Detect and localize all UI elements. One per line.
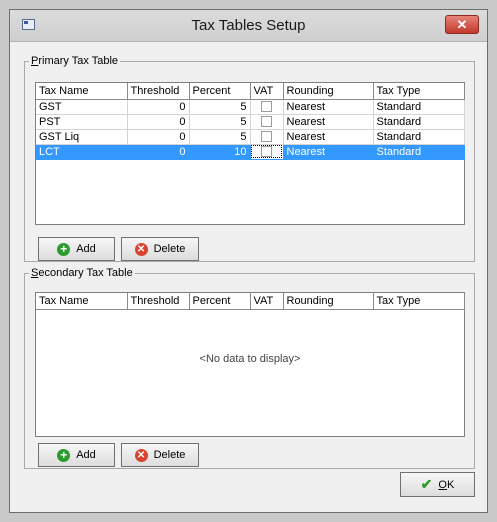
- cell-percent[interactable]: 5: [189, 114, 251, 130]
- cell-tax-name[interactable]: PST: [36, 114, 128, 130]
- primary-delete-button[interactable]: ✕ Delete: [121, 237, 199, 261]
- table-row[interactable]: PST 0 5 Nearest Standard: [36, 114, 465, 130]
- secondary-tax-table-group: Secondary Tax Table Tax Name Threshold P…: [24, 267, 475, 469]
- cell-tax-type[interactable]: Standard: [373, 129, 465, 145]
- cell-vat[interactable]: [250, 129, 284, 145]
- close-button[interactable]: ✕: [445, 15, 479, 34]
- column-header-rounding[interactable]: Rounding: [283, 293, 374, 310]
- cell-rounding[interactable]: Nearest: [283, 99, 374, 115]
- primary-tax-table-group: Primary Tax Table Tax Name Threshold Per…: [24, 55, 475, 262]
- add-icon: +: [57, 242, 71, 256]
- secondary-delete-label: Delete: [153, 449, 186, 461]
- table-row[interactable]: GST 0 5 Nearest Standard: [36, 99, 465, 115]
- column-header-tax-name[interactable]: Tax Name: [36, 83, 128, 100]
- secondary-tax-table: Tax Name Threshold Percent VAT Rounding …: [36, 293, 465, 310]
- tax-tables-setup-window: Tax Tables Setup ✕ Primary Tax Table Tax…: [9, 9, 488, 513]
- secondary-add-button[interactable]: + Add: [38, 443, 115, 467]
- add-icon: +: [57, 448, 71, 462]
- secondary-tax-grid[interactable]: Tax Name Threshold Percent VAT Rounding …: [35, 292, 465, 437]
- primary-add-label: Add: [76, 243, 96, 255]
- cell-threshold[interactable]: 0: [127, 114, 190, 130]
- cell-tax-name[interactable]: GST: [36, 99, 128, 115]
- column-header-percent[interactable]: Percent: [189, 83, 251, 100]
- vat-checkbox[interactable]: [261, 116, 272, 128]
- ok-button[interactable]: ✔ OK: [400, 472, 475, 497]
- secondary-add-label: Add: [76, 449, 96, 461]
- close-icon: ✕: [456, 17, 468, 32]
- primary-tax-grid[interactable]: Tax Name Threshold Percent VAT Rounding …: [35, 82, 465, 225]
- vat-checkbox[interactable]: [261, 131, 272, 143]
- delete-icon: ✕: [134, 448, 148, 462]
- cell-tax-type[interactable]: Standard: [373, 144, 465, 160]
- column-header-tax-name[interactable]: Tax Name: [36, 293, 128, 310]
- column-header-threshold[interactable]: Threshold: [127, 293, 190, 310]
- cell-vat[interactable]: [250, 114, 284, 130]
- vat-checkbox[interactable]: [261, 146, 272, 158]
- secondary-delete-button[interactable]: ✕ Delete: [121, 443, 199, 467]
- primary-delete-label: Delete: [153, 243, 186, 255]
- cell-rounding[interactable]: Nearest: [283, 144, 374, 160]
- vat-checkbox[interactable]: [261, 101, 272, 113]
- cell-threshold[interactable]: 0: [127, 99, 190, 115]
- table-row-selected[interactable]: LCT 0 10 Nearest Standard: [36, 144, 465, 160]
- cell-tax-name[interactable]: GST Liq: [36, 129, 128, 145]
- empty-grid-message: <No data to display>: [199, 353, 301, 365]
- cell-percent[interactable]: 5: [189, 129, 251, 145]
- ok-label: OK: [438, 478, 455, 491]
- cell-tax-type[interactable]: Standard: [373, 99, 465, 115]
- checkmark-icon: ✔: [420, 476, 433, 492]
- column-header-percent[interactable]: Percent: [189, 293, 251, 310]
- primary-tax-table: Tax Name Threshold Percent VAT Rounding …: [36, 83, 465, 160]
- cell-rounding[interactable]: Nearest: [283, 129, 374, 145]
- cell-vat[interactable]: [250, 99, 284, 115]
- cell-rounding[interactable]: Nearest: [283, 114, 374, 130]
- cell-threshold[interactable]: 0: [127, 144, 190, 160]
- primary-add-button[interactable]: + Add: [38, 237, 115, 261]
- cell-percent[interactable]: 5: [189, 99, 251, 115]
- column-header-tax-type[interactable]: Tax Type: [373, 83, 465, 100]
- title-bar: Tax Tables Setup ✕: [10, 10, 487, 42]
- column-header-tax-type[interactable]: Tax Type: [373, 293, 465, 310]
- cell-percent[interactable]: 10: [189, 144, 251, 160]
- primary-tax-table-legend: Primary Tax Table: [29, 55, 121, 68]
- cell-threshold[interactable]: 0: [127, 129, 190, 145]
- cell-tax-type[interactable]: Standard: [373, 114, 465, 130]
- delete-icon: ✕: [134, 242, 148, 256]
- secondary-tax-table-legend: Secondary Tax Table: [29, 267, 135, 280]
- window-title: Tax Tables Setup: [191, 17, 306, 34]
- cell-vat[interactable]: [250, 144, 284, 160]
- primary-header-row: Tax Name Threshold Percent VAT Rounding …: [36, 83, 465, 100]
- column-header-vat[interactable]: VAT: [250, 83, 284, 100]
- cell-tax-name[interactable]: LCT: [36, 144, 128, 160]
- table-row[interactable]: GST Liq 0 5 Nearest Standard: [36, 129, 465, 145]
- column-header-threshold[interactable]: Threshold: [127, 83, 190, 100]
- secondary-header-row: Tax Name Threshold Percent VAT Rounding …: [36, 293, 465, 310]
- column-header-vat[interactable]: VAT: [250, 293, 284, 310]
- column-header-rounding[interactable]: Rounding: [283, 83, 374, 100]
